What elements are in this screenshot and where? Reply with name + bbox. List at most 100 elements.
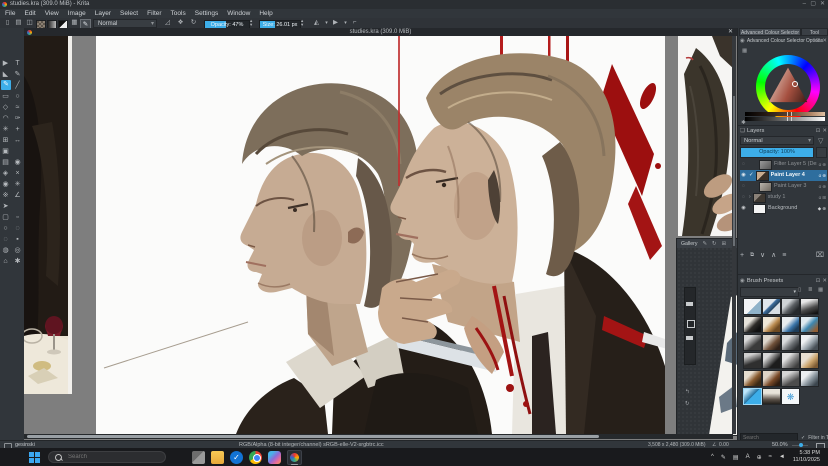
tray-volume-icon[interactable]: ◄ <box>779 454 785 460</box>
canvas-area[interactable]: studies.kra (309.0 MiB) ✕ <box>24 28 737 440</box>
brush-preset-thumbnail[interactable] <box>743 316 762 333</box>
tab-advanced-colour-selector[interactable]: Advanced Colour Selector <box>739 28 801 36</box>
visibility-icon[interactable]: ◌ <box>740 192 747 203</box>
brush-preset-thumbnail[interactable]: ❋ <box>781 388 800 405</box>
new-document-icon[interactable]: ▯ <box>3 19 12 27</box>
brush-preset-thumbnail[interactable] <box>743 334 762 351</box>
visibility-icon[interactable]: ◌ <box>740 159 747 170</box>
photos-icon[interactable] <box>268 451 281 464</box>
layer-row-background[interactable]: ◉ Background ◆⊕ <box>740 203 827 214</box>
taskbar-search-input[interactable] <box>66 453 150 461</box>
playback-icon[interactable]: ▶ <box>331 19 340 27</box>
layer-property-icons[interactable]: α⊕ <box>819 181 827 192</box>
chrome-icon[interactable] <box>249 451 262 464</box>
layer-property-icons[interactable]: α⊕ <box>819 170 827 181</box>
save-document-icon[interactable]: ◫ <box>25 19 34 27</box>
visibility-icon[interactable]: ◌ <box>740 181 747 192</box>
start-button[interactable] <box>28 451 41 464</box>
visibility-icon[interactable]: ◉ <box>740 203 747 214</box>
layer-row-paint-3[interactable]: ◌ Paint Layer 3 α⊕ <box>740 181 827 192</box>
brush-preset-thumbnail[interactable] <box>762 316 781 333</box>
brush-preset-thumbnail[interactable] <box>781 334 800 351</box>
colour-wheel[interactable] <box>756 55 820 119</box>
subwindow-titlebar[interactable]: studies.kra (309.0 MiB) ✕ <box>24 28 737 36</box>
group-expander-icon[interactable]: › <box>749 192 751 203</box>
layer-options-button[interactable] <box>816 147 827 158</box>
brush-preset-thumbnail[interactable] <box>781 352 800 369</box>
shade-strip-1[interactable] <box>745 112 825 116</box>
vertical-scrollbar[interactable] <box>732 36 736 434</box>
brush-preset-grid[interactable]: ❋ <box>743 298 823 406</box>
tray-ime-indicator[interactable]: A <box>746 454 750 460</box>
close-docker-icon[interactable]: ✕ <box>822 278 827 284</box>
tray-expand-caret[interactable]: ^ <box>711 454 714 460</box>
menu-view[interactable]: View <box>45 9 59 18</box>
subwindow-close-icon[interactable]: ✕ <box>728 28 733 36</box>
brush-preset-thumbnail[interactable] <box>800 370 819 387</box>
brush-preset-thumbnail[interactable] <box>762 334 781 351</box>
krita-taskbar-icon[interactable] <box>287 450 302 465</box>
brush-preset-thumbnail[interactable] <box>743 352 762 369</box>
delete-layer-button[interactable]: ⌧ <box>816 251 824 259</box>
gallery-refresh-icon[interactable]: ↻ <box>712 241 717 247</box>
menu-edit[interactable]: Edit <box>24 9 35 18</box>
menu-tools[interactable]: Tools <box>171 9 186 18</box>
menu-image[interactable]: Image <box>68 9 86 18</box>
brush-preset-thumbnail[interactable] <box>781 316 800 333</box>
reload-preset-icon[interactable]: ↻ <box>189 19 198 27</box>
tray-pen-icon[interactable]: ✎ <box>721 454 726 461</box>
check-app-icon[interactable]: ✓ <box>230 451 243 464</box>
selector-shape-icon[interactable]: ▦ <box>742 48 747 54</box>
playback-options-chevron-icon[interactable]: ▾ <box>341 19 350 27</box>
freehand-brush-tool[interactable]: ✎ <box>1 80 11 90</box>
brush-preset-thumbnail-selected[interactable] <box>743 388 762 405</box>
brush-preset-thumbnail[interactable] <box>762 388 781 405</box>
opacity-spinner[interactable]: ▴▾ <box>250 19 252 27</box>
brush-preset-thumbnail[interactable] <box>762 352 781 369</box>
choose-workspace-icon[interactable]: ▦ <box>70 19 79 27</box>
brush-preset-thumbnail[interactable] <box>781 370 800 387</box>
shade-strip-2[interactable] <box>745 117 825 121</box>
menu-settings[interactable]: Settings <box>195 9 219 18</box>
brush-preset-thumbnail[interactable] <box>781 298 800 315</box>
gallery-edit-icon[interactable]: ✎ <box>702 241 707 247</box>
duplicate-layer-button[interactable]: ⧉ <box>750 252 754 259</box>
gradient-tool-option-icon[interactable]: ◿ <box>163 19 172 27</box>
brush-preset-thumbnail[interactable] <box>800 334 819 351</box>
scrollbar-thumb[interactable] <box>27 435 599 438</box>
layer-row-paint-4[interactable]: ◉ ✓ Paint Layer 4 α⊕ <box>740 170 827 181</box>
layer-opacity-slider[interactable]: Opacity: 100% <box>740 147 814 158</box>
brush-preset-thumbnail[interactable] <box>800 316 819 333</box>
menu-select[interactable]: Select <box>120 9 138 18</box>
brush-preset-thumbnail[interactable] <box>762 298 781 315</box>
gallery-mini-toolbar[interactable] <box>684 287 696 365</box>
taskbar-search[interactable] <box>48 451 166 463</box>
tag-icon[interactable]: ▯ <box>798 287 801 293</box>
layer-properties-button[interactable]: ≡ <box>782 252 786 259</box>
layer-row-filter-5[interactable]: ◌ Filter Layer 5 (Desat... α⊕ <box>740 159 827 170</box>
layer-lock-icon[interactable]: ◆⊕ <box>818 203 827 214</box>
layer-row-study-1[interactable]: ◌ › study 1 α⊞ <box>740 192 827 203</box>
menu-window[interactable]: Window <box>227 9 250 18</box>
minimize-button[interactable]: – <box>803 0 806 9</box>
tray-wifi-icon[interactable]: ≈ <box>769 454 772 460</box>
gallery-undo-icon[interactable]: ↰ <box>685 389 690 395</box>
mirror-icon[interactable]: ◭ <box>312 19 321 27</box>
mirror-options-chevron-icon[interactable]: ▾ <box>322 19 331 27</box>
close-docker-icon[interactable]: ✕ <box>822 38 827 44</box>
float-docker-icon[interactable]: ⊡ <box>816 128 821 134</box>
brush-preset-thumbnail[interactable] <box>800 352 819 369</box>
layer-blend-mode-dropdown[interactable]: Normal▾ <box>740 136 814 145</box>
horizontal-scrollbar[interactable] <box>24 434 733 439</box>
menu-layer[interactable]: Layer <box>95 9 111 18</box>
tab-tool-options[interactable]: Tool Options <box>801 28 828 36</box>
file-explorer-icon[interactable] <box>211 451 224 464</box>
brush-preset-thumbnail[interactable] <box>762 370 781 387</box>
move-layer-down-button[interactable]: ∨ <box>760 251 765 259</box>
maximize-button[interactable]: ▢ <box>810 0 816 9</box>
list-view-icon[interactable]: ≣ <box>808 287 813 293</box>
layer-property-icons[interactable]: α⊕ <box>819 159 827 170</box>
close-docker-icon[interactable]: ✕ <box>822 128 827 134</box>
menu-file[interactable]: File <box>5 9 15 18</box>
left-study-page[interactable] <box>24 36 72 394</box>
